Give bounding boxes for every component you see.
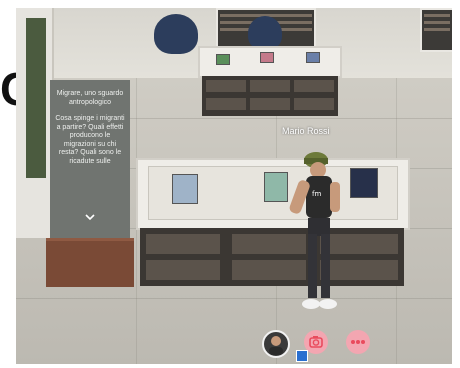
- back-display-table: [198, 46, 342, 78]
- front-cabinet: [140, 228, 404, 286]
- virtual-library-scene[interactable]: Migrare, uno sguardo antropologico Cosa …: [16, 8, 452, 364]
- cursor-indicator: [296, 350, 308, 362]
- wall-panel: [26, 18, 46, 178]
- book-cover: [260, 52, 274, 63]
- book-cover[interactable]: [350, 168, 378, 198]
- back-cabinet: [202, 76, 338, 116]
- user-avatar-icon[interactable]: [262, 330, 290, 358]
- avatar-name-label: Mario Rossi: [282, 126, 330, 136]
- armchair: [154, 14, 198, 54]
- bottom-toolbar: [262, 330, 372, 358]
- front-display-table: [136, 158, 410, 230]
- wall-bookshelf: [420, 8, 452, 52]
- pillar: [16, 8, 54, 238]
- book-cover[interactable]: [172, 174, 198, 204]
- chevron-down-icon[interactable]: [84, 212, 96, 222]
- info-panel-title: Migrare, uno sguardo antropologico: [56, 90, 124, 106]
- svg-text:fm: fm: [312, 190, 321, 198]
- info-panel[interactable]: Migrare, uno sguardo antropologico Cosa …: [50, 80, 130, 240]
- info-panel-body: Cosa spinge i migranti a partire? Quali …: [55, 115, 125, 165]
- armchair: [248, 16, 282, 50]
- window: C.: [0, 0, 460, 368]
- user-avatar[interactable]: fm: [280, 146, 350, 322]
- book-cover: [306, 52, 320, 63]
- book-cover: [216, 54, 230, 65]
- panel-base: [46, 238, 134, 287]
- more-options-icon[interactable]: [346, 330, 370, 354]
